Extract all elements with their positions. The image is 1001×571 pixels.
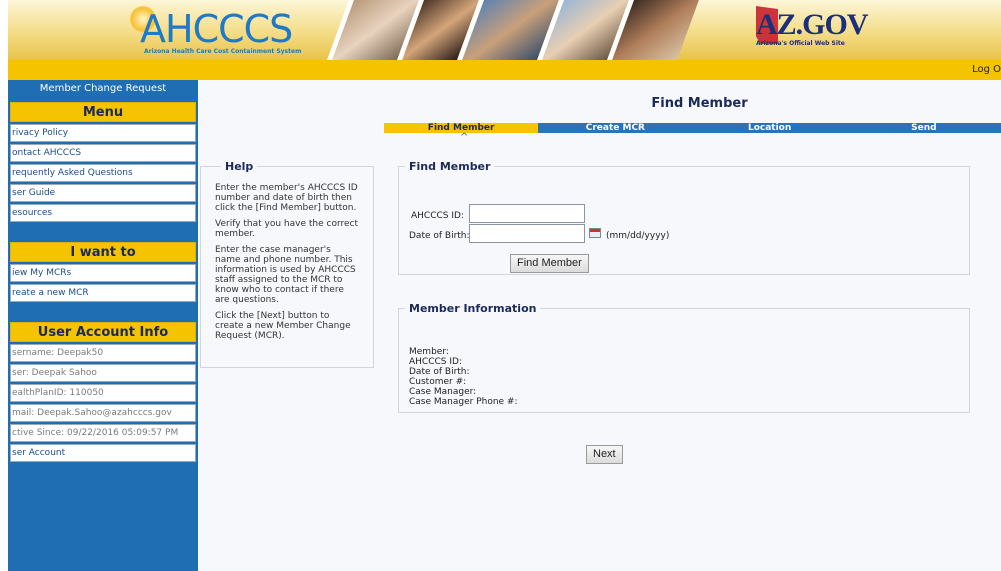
find-member-button[interactable]: Find Member: [510, 254, 589, 273]
sidebar-item-faq[interactable]: requently Asked Questions: [10, 164, 196, 182]
sidebar-item-user-account[interactable]: ser Account: [10, 444, 196, 462]
member-dob-label: Date of Birth:: [409, 367, 470, 377]
ahcccs-id-label: AHCCCS ID:: [411, 211, 464, 221]
next-button[interactable]: Next: [586, 445, 623, 464]
user-account-title: User Account Info: [10, 322, 196, 342]
help-legend: Help: [225, 160, 254, 173]
account-healthplan-id: ealthPlanID: 110050: [10, 384, 196, 402]
help-text-3: Enter the case manager's name and phone …: [215, 245, 356, 305]
member-label: Member:: [409, 347, 449, 357]
page-title: Find Member: [651, 96, 748, 111]
account-username: sername: Deepak50: [10, 344, 196, 362]
sidebar-item-privacy-policy[interactable]: rivacy Policy: [10, 124, 196, 142]
dob-format-hint: (mm/dd/yyyy): [606, 231, 670, 241]
progress-steps: Find Member Create MCR Location Send: [384, 123, 1001, 133]
logout-link[interactable]: Log O: [972, 64, 1001, 75]
help-panel: Help Enter the member's AHCCCS ID number…: [200, 160, 374, 368]
ahcccs-id-input[interactable]: [469, 204, 585, 223]
sidebar: Member Change Request Menu rivacy Policy…: [8, 80, 198, 571]
sidebar-item-resources[interactable]: esources: [10, 204, 196, 222]
dob-label: Date of Birth:: [409, 231, 470, 241]
account-email: mail: Deepak.Sahoo@azahcccs.gov: [10, 404, 196, 422]
menu-title: Menu: [10, 102, 196, 122]
case-manager-phone-label: Case Manager Phone #:: [409, 397, 518, 407]
customer-number-label: Customer #:: [409, 377, 467, 387]
member-id-label: AHCCCS ID:: [409, 357, 462, 367]
find-member-legend: Find Member: [409, 160, 491, 173]
sidebar-item-user-guide[interactable]: ser Guide: [10, 184, 196, 202]
help-text-2: Verify that you have the correct member.: [215, 219, 359, 239]
help-text-1: Enter the member's AHCCCS ID number and …: [215, 183, 358, 213]
main-content: Find Member Find Member Create MCR Locat…: [198, 80, 1001, 571]
azgov-logo[interactable]: AZ.GOV Arizona's Official Web Site: [756, 10, 869, 48]
ahcccs-logo[interactable]: AHCCCS Arizona Health Care Cost Containm…: [140, 10, 301, 55]
case-manager-label: Case Manager:: [409, 387, 477, 397]
step-send: Send: [846, 123, 1001, 133]
header-banner: AHCCCS Arizona Health Care Cost Containm…: [8, 0, 1001, 60]
header-photos: [308, 0, 728, 60]
sidebar-item-view-mcrs[interactable]: iew My MCRs: [10, 264, 196, 282]
sidebar-item-create-mcr[interactable]: reate a new MCR: [10, 284, 196, 302]
dob-input[interactable]: [469, 224, 585, 243]
member-info-legend: Member Information: [409, 302, 537, 315]
calendar-icon[interactable]: [589, 228, 601, 238]
find-member-panel: Find Member AHCCCS ID: Date of Birth: (m…: [398, 160, 970, 275]
account-active-since: ctive Since: 09/22/2016 05:09:57 PM: [10, 424, 196, 442]
sidebar-item-contact[interactable]: ontact AHCCCS: [10, 144, 196, 162]
member-info-fields: Member: AHCCCS ID: Date of Birth: Custom…: [409, 347, 518, 407]
i-want-to-title: I want to: [10, 242, 196, 262]
member-info-panel: Member Information Member: AHCCCS ID: Da…: [398, 302, 970, 413]
caret-up-icon: ^: [460, 132, 469, 143]
top-strip: Log O: [8, 60, 1001, 80]
account-user: ser: Deepak Sahoo: [10, 364, 196, 382]
help-text-4: Click the [Next] button to create a new …: [215, 311, 351, 341]
sidebar-header: Member Change Request: [39, 83, 167, 94]
step-create-mcr: Create MCR: [538, 123, 693, 133]
step-location: Location: [692, 123, 847, 133]
